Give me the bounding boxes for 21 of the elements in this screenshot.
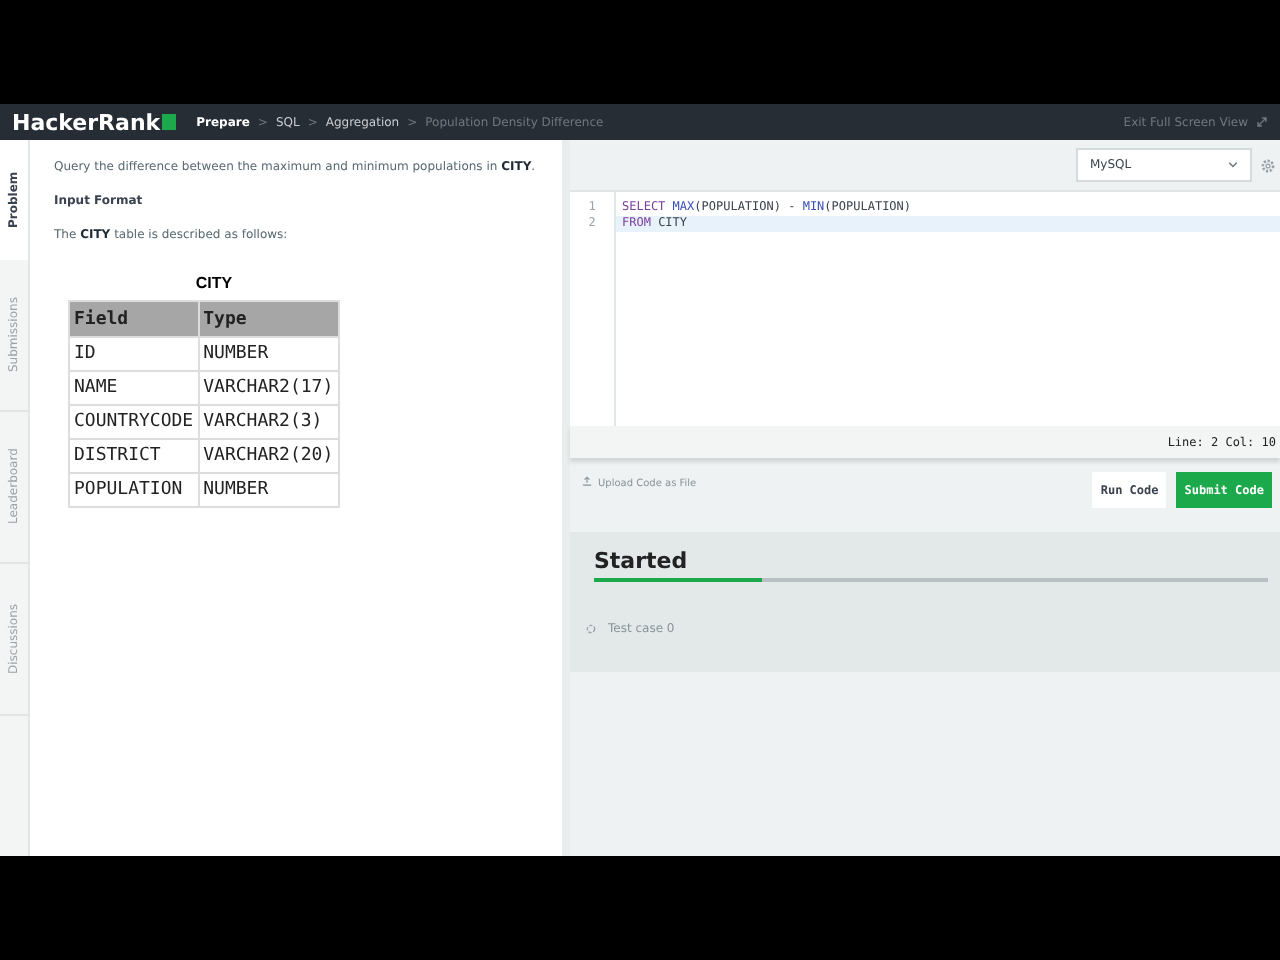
spinner-icon	[586, 624, 596, 634]
logo-mark-icon	[162, 114, 177, 130]
chevron-down-icon	[1228, 162, 1238, 168]
table-cell: VARCHAR2(20)	[198, 439, 339, 473]
table-cell: NAME	[69, 371, 199, 405]
logo-text[interactable]: HackerRank	[12, 109, 161, 135]
table-cell: ID	[69, 337, 199, 371]
table-cell: VARCHAR2(3)	[198, 405, 339, 439]
table-cell: VARCHAR2(17)	[198, 371, 339, 405]
table-title: CITY	[193, 274, 235, 292]
table-cell: NUMBER	[198, 337, 339, 371]
table-cell: DISTRICT	[69, 439, 199, 473]
table-cell: POPULATION	[69, 473, 199, 507]
table-cell: COUNTRYCODE	[69, 405, 199, 439]
column-header: Field	[69, 301, 199, 337]
column-header: Type	[198, 301, 339, 337]
collapse-icon[interactable]	[1256, 116, 1268, 128]
settings-icon[interactable]	[1260, 157, 1276, 173]
table-cell: NUMBER	[198, 473, 339, 507]
upload-icon	[582, 476, 592, 486]
results-title: Started	[594, 548, 690, 574]
